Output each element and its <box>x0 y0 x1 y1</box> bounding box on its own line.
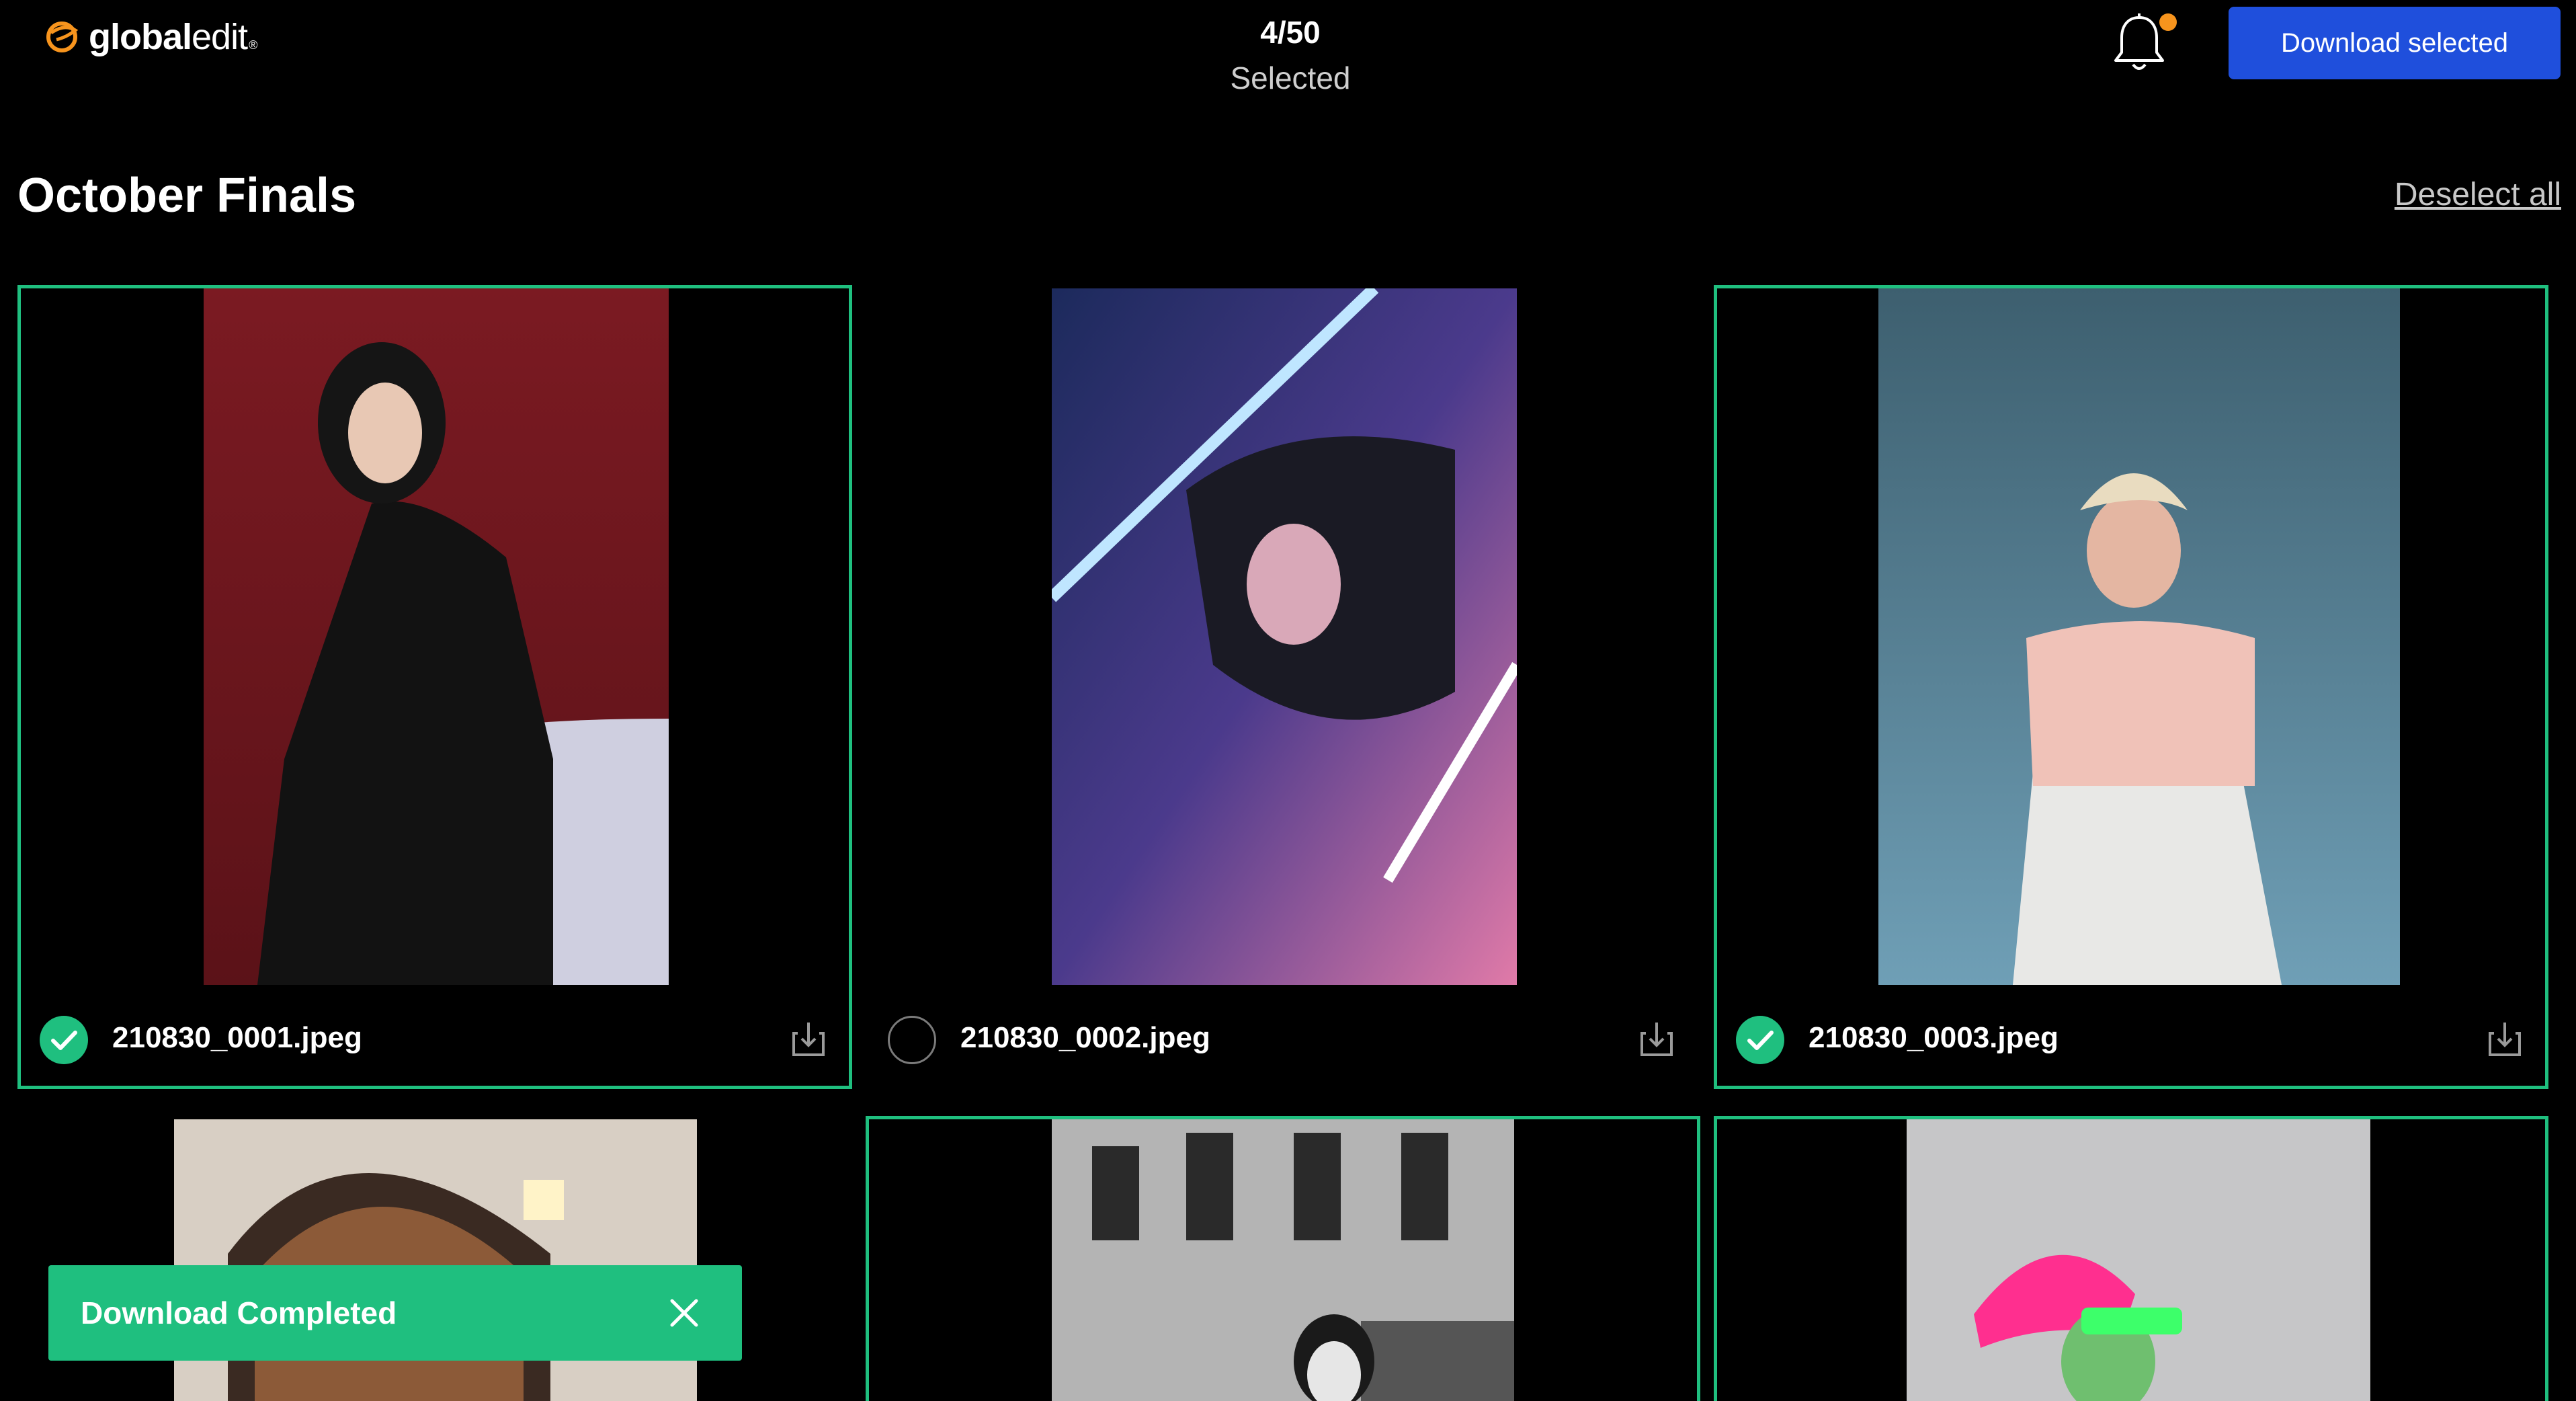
download-icon[interactable] <box>788 1018 829 1059</box>
card-footer: 210830_0002.jpeg <box>869 992 1697 1086</box>
file-name: 210830_0003.jpeg <box>1809 1021 2059 1054</box>
card-footer: 210830_0001.jpeg <box>21 992 849 1086</box>
page-title: October Finals <box>17 169 357 223</box>
notification-badge <box>2159 13 2177 31</box>
image-card[interactable] <box>1714 1116 2548 1401</box>
checkmark-icon <box>1747 1031 1774 1050</box>
download-icon[interactable] <box>1636 1018 1677 1059</box>
image-thumbnail[interactable] <box>1878 288 2400 985</box>
logo-text-light: edit <box>192 17 248 57</box>
globaledit-logo-icon <box>46 22 79 52</box>
image-thumbnail[interactable] <box>1907 1119 2370 1401</box>
card-footer: 210830_0003.jpeg <box>1717 992 2545 1086</box>
image-card[interactable] <box>866 1116 1700 1401</box>
selection-count: 4/50 <box>1260 15 1321 50</box>
image-card[interactable]: 210830_0003.jpeg <box>1714 285 2548 1089</box>
select-checkbox[interactable] <box>1736 1016 1784 1064</box>
toast-message: Download Completed <box>81 1295 397 1330</box>
deselect-all-link[interactable]: Deselect all <box>2395 176 2561 213</box>
file-name: 210830_0001.jpeg <box>112 1021 362 1054</box>
logo-registered-mark: ® <box>249 38 257 52</box>
image-thumbnail[interactable] <box>1052 1119 1514 1401</box>
close-icon[interactable] <box>664 1293 704 1333</box>
select-checkbox[interactable] <box>888 1016 936 1064</box>
logo-text-bold: global <box>89 17 192 57</box>
image-card[interactable]: 210830_0001.jpeg <box>17 285 852 1089</box>
download-icon[interactable] <box>2485 1018 2525 1059</box>
file-name: 210830_0002.jpeg <box>960 1021 1210 1054</box>
logo-wordmark: global edit ® <box>89 16 257 58</box>
download-selected-button[interactable]: Download selected <box>2229 7 2561 79</box>
globaledit-logo[interactable]: global edit ® <box>44 16 257 58</box>
image-thumbnail[interactable] <box>1052 288 1517 985</box>
selection-label: Selected <box>1230 61 1351 95</box>
selection-counter: 4/50 Selected <box>1223 12 1358 98</box>
image-card[interactable]: 210830_0002.jpeg <box>866 285 1700 1089</box>
select-checkbox[interactable] <box>40 1016 88 1064</box>
checkmark-icon <box>51 1031 77 1050</box>
image-thumbnail[interactable] <box>204 288 669 985</box>
app-root: global edit ® 4/50 Selected Download selec… <box>0 0 2576 1401</box>
download-toast: Download Completed <box>48 1265 742 1361</box>
